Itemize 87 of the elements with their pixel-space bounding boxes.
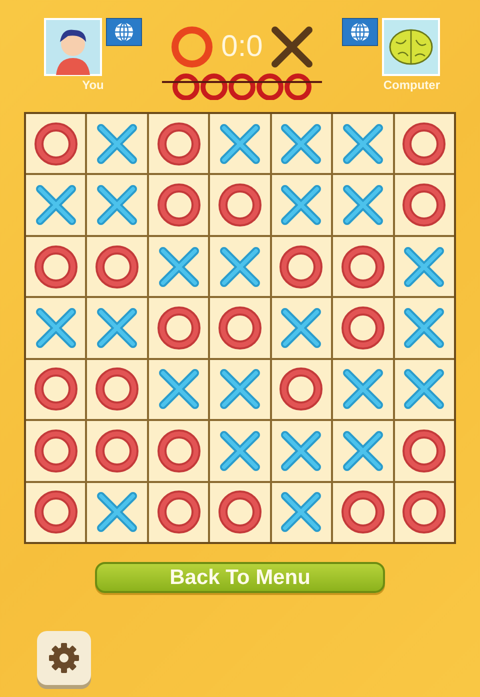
back-to-menu-button[interactable]: Back To Menu [95, 562, 385, 593]
board-cell[interactable] [148, 482, 208, 542]
player-name: Computer [383, 78, 440, 92]
ring-mark-icon [32, 488, 80, 536]
board-cell[interactable] [333, 236, 393, 296]
board-cell[interactable] [210, 114, 270, 174]
board-cell[interactable] [272, 482, 332, 542]
settings-button[interactable] [37, 631, 91, 685]
board-cell[interactable] [87, 236, 147, 296]
ring-mark-icon [154, 488, 203, 536]
ring-mark-icon [32, 120, 80, 168]
ring-mark-icon [154, 120, 203, 168]
board-cell[interactable] [210, 236, 270, 296]
ring-mark-icon [277, 365, 326, 414]
board-cell[interactable] [272, 114, 332, 174]
score: 0:0 [221, 30, 263, 64]
board-cell[interactable] [26, 360, 86, 420]
person-avatar-icon [44, 18, 102, 76]
ring-mark-icon [93, 426, 142, 475]
board-cell[interactable] [272, 175, 332, 235]
ring-mark-icon [277, 242, 326, 291]
ring-mark-icon [154, 426, 203, 475]
board-cell[interactable] [394, 298, 454, 358]
board-cell[interactable] [394, 421, 454, 481]
ring-mark-icon [154, 304, 203, 352]
board-cell[interactable] [87, 360, 147, 420]
board-cell[interactable] [210, 175, 270, 235]
ring-mark-icon [400, 488, 448, 536]
board-cell[interactable] [394, 114, 454, 174]
board-cell[interactable] [333, 360, 393, 420]
board-cell[interactable] [87, 114, 147, 174]
ring-mark-icon [338, 304, 387, 352]
board-cell[interactable] [148, 175, 208, 235]
board-cell[interactable] [272, 236, 332, 296]
globe-icon[interactable] [106, 18, 142, 46]
ring-mark-icon [216, 304, 264, 352]
board-cell[interactable] [210, 360, 270, 420]
ring-mark-icon [93, 365, 142, 414]
board-cell[interactable] [333, 114, 393, 174]
board-cell[interactable] [26, 298, 86, 358]
ring-mark-icon [32, 426, 80, 475]
board-cell[interactable] [333, 421, 393, 481]
board-cell[interactable] [148, 421, 208, 481]
cross-icon [268, 24, 315, 70]
ring-mark-icon [338, 242, 387, 291]
board-cell[interactable] [210, 482, 270, 542]
board-cell[interactable] [148, 360, 208, 420]
board-cell[interactable] [148, 298, 208, 358]
board-cell[interactable] [333, 298, 393, 358]
settings-icon [48, 642, 80, 674]
board-cell[interactable] [26, 421, 86, 481]
board-cell[interactable] [26, 114, 86, 174]
board-cell[interactable] [87, 175, 147, 235]
board-cell[interactable] [87, 298, 147, 358]
board-cell[interactable] [87, 482, 147, 542]
board-cell[interactable] [148, 236, 208, 296]
ring-mark-icon [400, 181, 448, 230]
board-cell[interactable] [87, 421, 147, 481]
board-cell[interactable] [272, 421, 332, 481]
board-cell[interactable] [272, 298, 332, 358]
ring-mark-icon [400, 120, 448, 168]
board-cell[interactable] [26, 175, 86, 235]
board-cell[interactable] [148, 114, 208, 174]
board-cell[interactable] [26, 482, 86, 542]
ring-mark-icon [93, 242, 142, 291]
crossed-rings-icon [160, 72, 324, 100]
board-cell[interactable] [272, 360, 332, 420]
ring-icon [169, 24, 216, 70]
globe-icon[interactable] [342, 18, 378, 46]
ring-mark-icon [216, 488, 264, 536]
board-cell[interactable] [333, 482, 393, 542]
board-cell[interactable] [210, 298, 270, 358]
ring-mark-icon [216, 181, 264, 230]
brain-avatar-icon [382, 18, 440, 76]
board-cell[interactable] [394, 360, 454, 420]
board-cell[interactable] [210, 421, 270, 481]
board-cell[interactable] [394, 175, 454, 235]
player-name: You [82, 78, 104, 92]
board-cell[interactable] [333, 175, 393, 235]
ring-mark-icon [154, 181, 203, 230]
ring-mark-icon [338, 488, 387, 536]
ring-mark-icon [400, 426, 448, 475]
board-cell[interactable] [394, 482, 454, 542]
ring-mark-icon [32, 242, 80, 291]
ring-mark-icon [32, 365, 80, 414]
board-cell[interactable] [394, 236, 454, 296]
board-cell[interactable] [26, 236, 86, 296]
